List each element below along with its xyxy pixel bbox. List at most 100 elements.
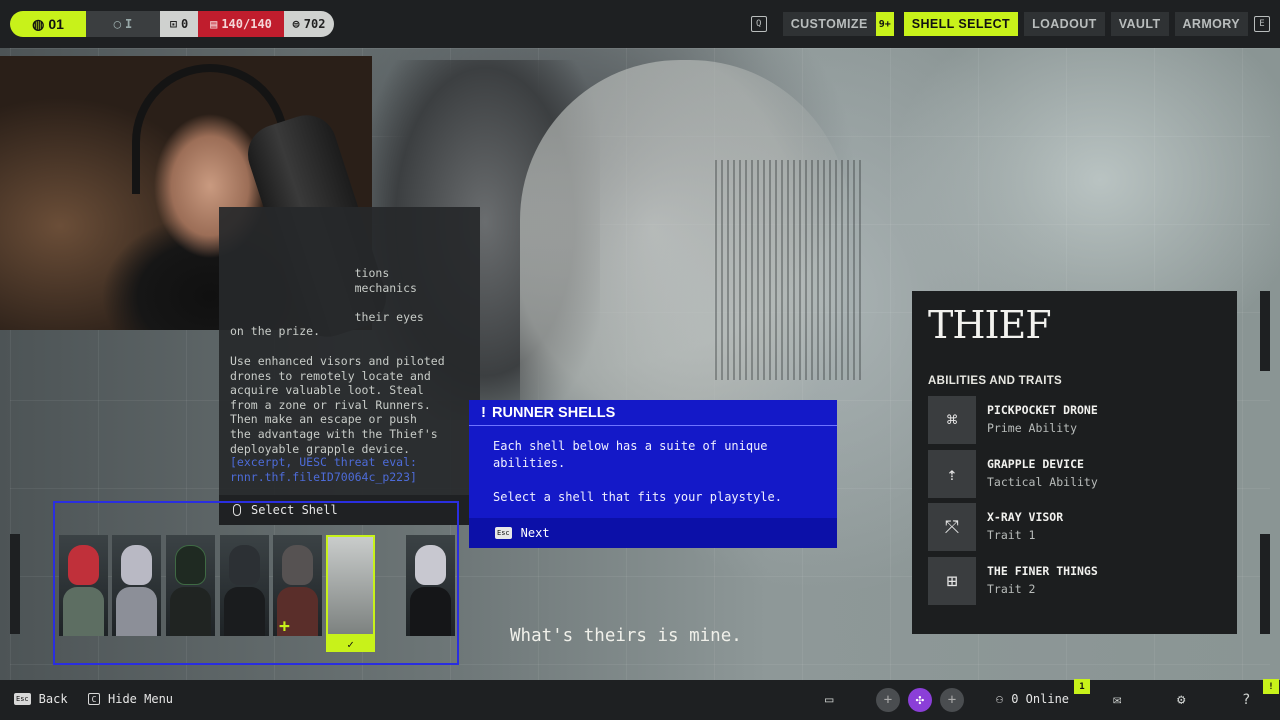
tooltip-next-button[interactable]: Esc Next: [469, 518, 837, 548]
shield-value: 0: [181, 17, 189, 31]
back-label: Back: [38, 692, 68, 706]
thief-panel: THIEF ABILITIES AND TRAITS ⌘ PICKPOCKET …: [912, 291, 1237, 634]
key-e-icon[interactable]: E: [1254, 16, 1270, 32]
finer-things-icon: ⊞: [928, 557, 976, 605]
tab-armory[interactable]: ARMORY: [1174, 12, 1248, 36]
help-icon[interactable]: ?: [1242, 692, 1250, 708]
tooltip-title: RUNNER SHELLS: [492, 404, 616, 421]
shield-icon: ⊡: [169, 17, 177, 31]
credits-value: 702: [303, 17, 326, 31]
party-slot-left-button[interactable]: +: [876, 688, 900, 712]
esc-key-icon: Esc: [495, 527, 512, 539]
shell-body: [63, 587, 104, 636]
key-q-icon[interactable]: Q: [750, 16, 767, 32]
drone-icon: ⌘: [928, 396, 976, 444]
shell-card-thief-selected[interactable]: ✓: [326, 535, 375, 652]
ability-name: THE FINER THINGS: [987, 564, 1098, 578]
runner-shells-tooltip: ! RUNNER SHELLS Each shell below has a s…: [469, 400, 837, 548]
party-leader-avatar[interactable]: ✣: [908, 688, 932, 712]
c-key-icon: C: [88, 693, 100, 705]
ability-the-finer-things[interactable]: ⊞ THE FINER THINGS Trait 2: [928, 557, 1228, 605]
level-badge: ◍ 01: [10, 11, 86, 37]
shell-body: [224, 587, 265, 636]
ability-name: PICKPOCKET DRONE: [987, 403, 1098, 417]
tooltip-body: Each shell below has a suite of unique a…: [493, 439, 782, 504]
prestige-icon: ◯: [113, 17, 121, 31]
ability-grapple-device[interactable]: ⇡ GRAPPLE DEVICE Tactical Ability: [928, 450, 1228, 498]
tab-loadout[interactable]: LOADOUT: [1024, 12, 1105, 36]
left-edge-tab: [10, 534, 20, 634]
ability-name: X-RAY VISOR: [987, 510, 1064, 524]
settings-gear-icon[interactable]: ⚙: [1177, 692, 1185, 708]
prestige-badge: ◯ I: [86, 11, 160, 37]
tooltip-next-label: Next: [520, 526, 550, 540]
customize-notification-badge: 9+: [875, 12, 894, 36]
friends-icon: ⚇: [996, 692, 1004, 706]
shell-portrait: [415, 545, 446, 585]
tab-customize[interactable]: CUSTOMIZE: [782, 12, 876, 36]
shell-body: [116, 587, 157, 636]
shell-portrait: [282, 545, 313, 585]
ability-x-ray-visor[interactable]: ⤧ X-RAY VISOR Trait 1: [928, 503, 1228, 551]
shell-body: [170, 587, 211, 636]
shell-portrait: [175, 545, 206, 585]
description-meta: [excerpt, UESC threat eval: rnnr.thf.fil…: [230, 455, 417, 484]
top-bar: ◍ 01 ◯ I ⊡ 0 ▤ 140/140 ⊜ 702 Q CUSTOMIZE…: [0, 0, 1280, 48]
esc-key-icon: Esc: [14, 693, 31, 705]
shell-portrait-thief: [328, 537, 373, 634]
alert-icon: !: [481, 404, 486, 421]
ability-type: Prime Ability: [987, 421, 1078, 435]
online-count-badge: 1: [1074, 679, 1090, 694]
shell-portrait: [229, 545, 260, 585]
chat-icon[interactable]: ▭: [825, 692, 833, 708]
main-nav: Q CUSTOMIZE 9+ SHELL SELECT LOADOUT VAUL…: [750, 12, 1270, 36]
description-partial-text: tions mechanics their eyes on the prize.: [230, 266, 424, 339]
ability-name: GRAPPLE DEVICE: [987, 457, 1084, 471]
online-friends[interactable]: ⚇ 0 Online: [996, 692, 1069, 706]
shell-selector: + ✓: [53, 501, 459, 665]
shell-card[interactable]: [112, 535, 161, 636]
right-edge-tab: [1260, 534, 1270, 634]
health-counter: ▤ 140/140: [198, 11, 284, 37]
hide-menu-label: Hide Menu: [108, 692, 174, 706]
shell-description-panel: tions mechanics their eyes on the prize.…: [219, 207, 480, 525]
shell-tagline: What's theirs is mine.: [510, 626, 742, 646]
right-edge-tab-upper: [1260, 291, 1270, 371]
back-button[interactable]: Esc Back: [14, 692, 68, 706]
runner-icon: ◍: [32, 15, 45, 32]
grapple-icon: ⇡: [928, 450, 976, 498]
mail-icon[interactable]: ✉: [1113, 692, 1121, 708]
shell-portrait: [121, 545, 152, 585]
selected-check-icon: ✓: [326, 636, 375, 652]
shell-body: [410, 587, 451, 636]
shell-card[interactable]: [59, 535, 108, 636]
hide-menu-button[interactable]: C Hide Menu: [88, 692, 173, 706]
tooltip-header: ! RUNNER SHELLS: [469, 400, 837, 426]
shell-card[interactable]: +: [273, 535, 322, 636]
shell-card[interactable]: [406, 535, 455, 636]
scan-stripes: [715, 160, 865, 380]
health-value: 140/140: [221, 17, 272, 31]
prestige-value: I: [125, 17, 133, 31]
shell-portrait: [68, 545, 99, 585]
alert-badge: !: [1263, 679, 1279, 694]
party-slot-right-button[interactable]: +: [940, 688, 964, 712]
shell-card[interactable]: [166, 535, 215, 636]
shell-card[interactable]: [220, 535, 269, 636]
ability-type: Tactical Ability: [987, 475, 1098, 489]
ability-type: Trait 2: [987, 582, 1036, 596]
shell-name: THIEF: [928, 303, 1052, 347]
ability-type: Trait 1: [987, 528, 1036, 542]
visor-icon: ⤧: [928, 503, 976, 551]
description-body: Use enhanced visors and piloted drones t…: [230, 354, 445, 456]
health-icon: ▤: [210, 17, 218, 31]
plus-icon: +: [279, 616, 290, 637]
tab-vault[interactable]: VAULT: [1110, 12, 1169, 36]
tab-shell-select[interactable]: SHELL SELECT: [903, 12, 1019, 36]
level-value: 01: [48, 16, 64, 32]
shield-counter: ⊡ 0: [160, 11, 198, 37]
credits-icon: ⊜: [292, 17, 300, 31]
ability-pickpocket-drone[interactable]: ⌘ PICKPOCKET DRONE Prime Ability: [928, 396, 1228, 444]
online-label: 0 Online: [1011, 692, 1070, 706]
credits-counter: ⊜ 702: [284, 11, 334, 37]
